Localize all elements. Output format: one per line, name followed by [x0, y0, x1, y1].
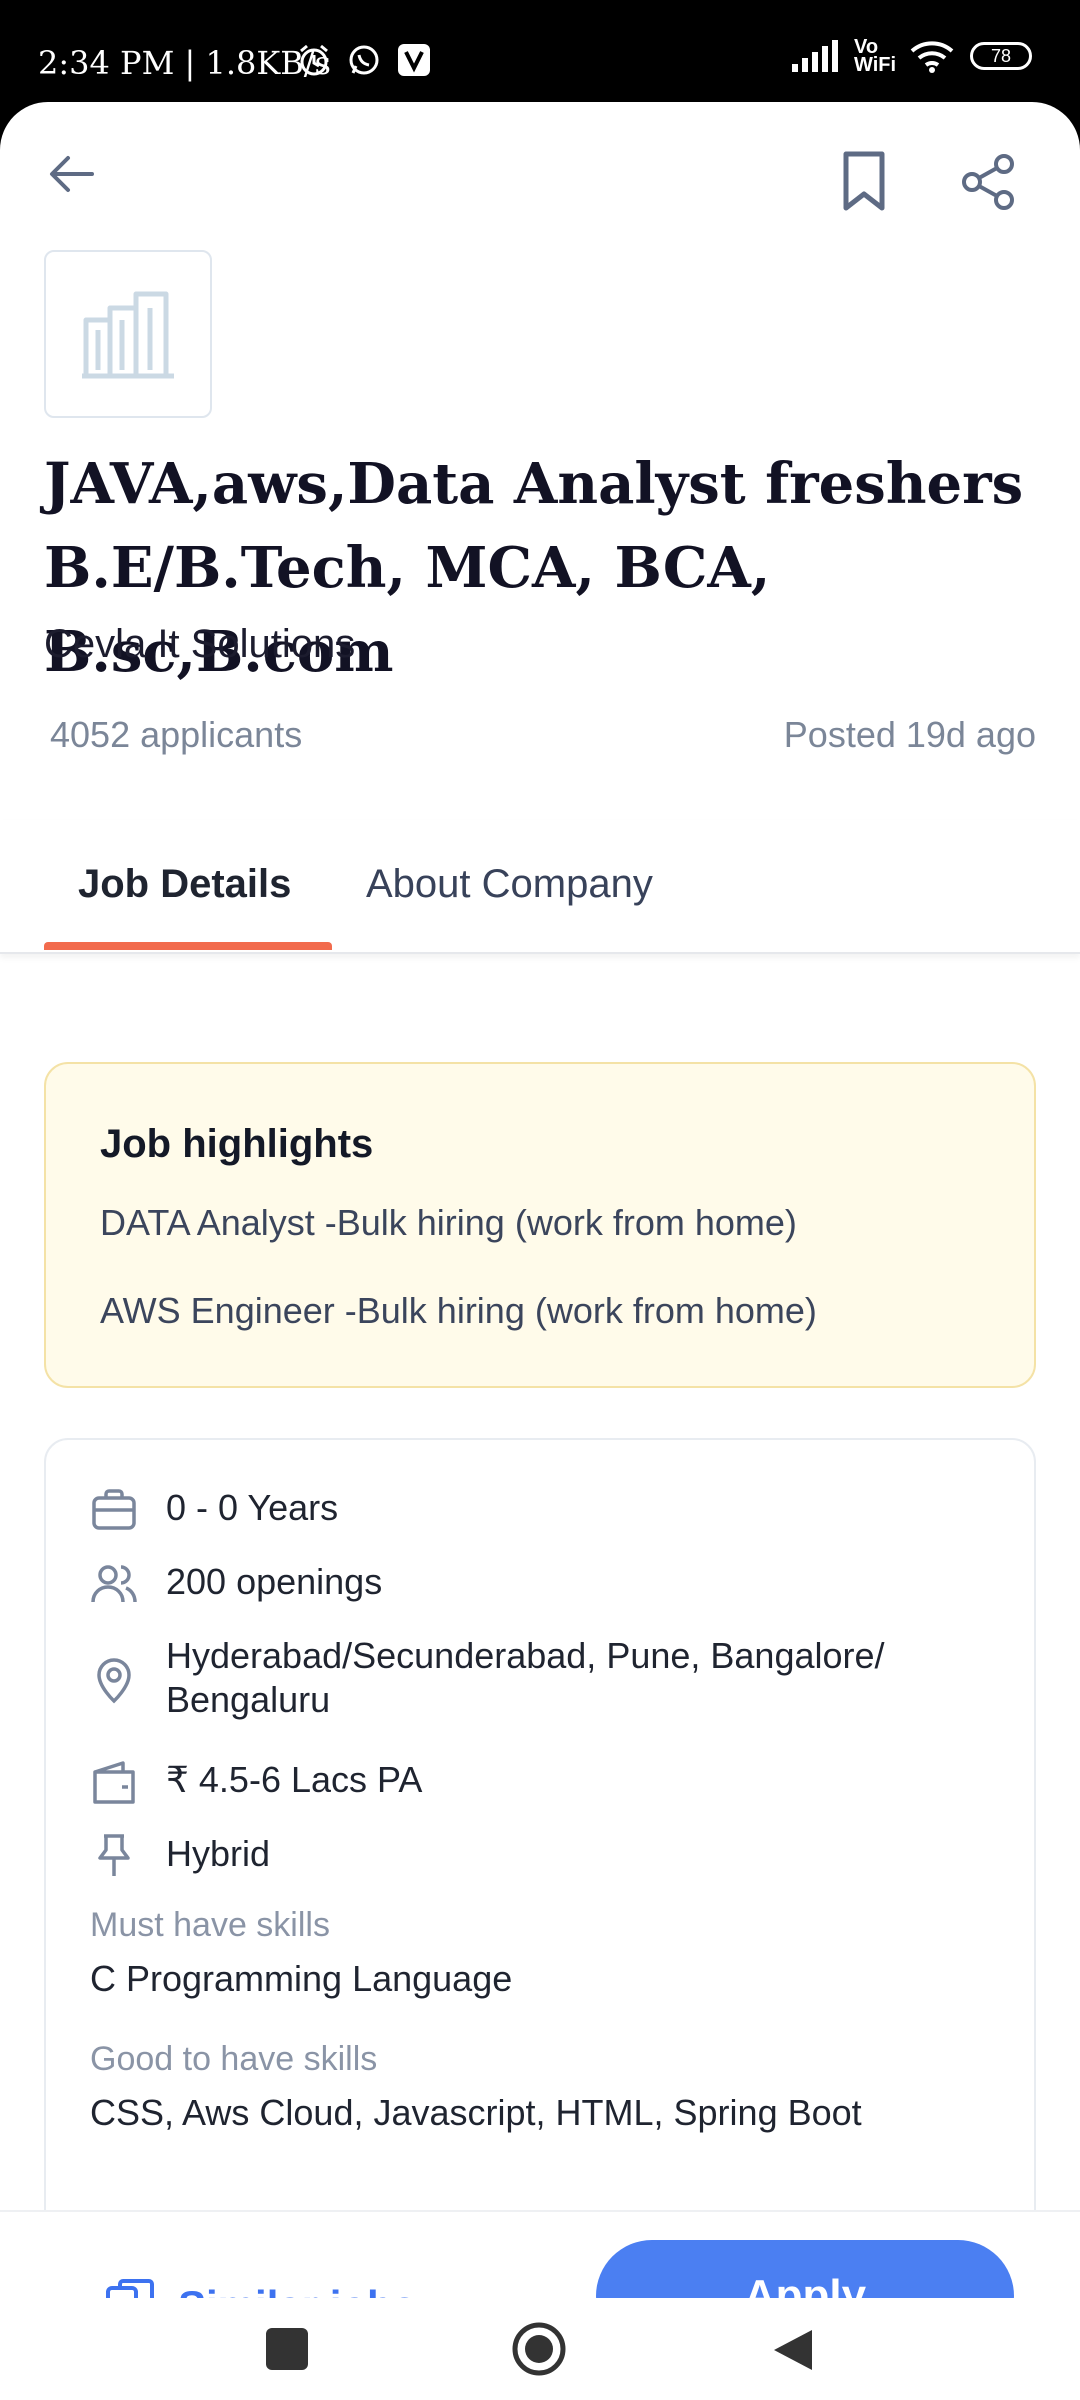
highlight-item: DATA Analyst -Bulk hiring (work from hom…	[100, 1202, 797, 1243]
openings-row: 200 openings	[90, 1560, 382, 1608]
location-text[interactable]: Hyderabad/Secunderabad, Pune, Bangalore/…	[166, 1634, 950, 1722]
posted-date: Posted 19d ago	[783, 714, 1036, 755]
system-navigation-bar	[0, 2298, 1080, 2400]
recents-icon[interactable]	[266, 2328, 308, 2370]
job-details-card: 0 - 0 Years 200 openings Hyderabad/Secun…	[44, 1438, 1036, 2338]
experience-row: 0 - 0 Years	[90, 1486, 338, 1534]
alarm-icon	[300, 44, 328, 76]
applicants-count: 4052 applicants	[50, 714, 303, 755]
share-icon	[962, 154, 1014, 210]
job-detail-sheet: JAVA,aws,Data Analyst freshers B.E/B.Tec…	[0, 102, 1080, 2400]
status-system-icons: Vo WiFi 78	[790, 36, 1032, 76]
good-to-have-skills-label: Good to have skills	[90, 2040, 378, 2078]
tab-bar: Job Details About Company	[0, 820, 1080, 954]
highlight-item: AWS Engineer -Bulk hiring (work from hom…	[100, 1290, 817, 1331]
pushpin-icon	[98, 1834, 130, 1876]
location-row: Hyderabad/Secunderabad, Pune, Bangalore/…	[90, 1634, 950, 1722]
wifi-icon	[910, 41, 954, 73]
battery-level: 78	[990, 45, 1012, 66]
tab-about-company[interactable]: About Company	[366, 862, 653, 907]
job-highlights-title: Job highlights	[100, 1122, 374, 1166]
briefcase-icon	[92, 1489, 136, 1530]
job-highlights-card: Job highlights DATA Analyst -Bulk hiring…	[44, 1062, 1036, 1388]
tab-job-details[interactable]: Job Details	[78, 862, 291, 907]
people-icon	[91, 1565, 137, 1603]
vowifi-label: Vo WiFi	[854, 36, 897, 76]
back-nav-icon[interactable]	[770, 2326, 816, 2374]
must-have-skills-label: Must have skills	[90, 1906, 330, 1944]
signal-icon	[792, 40, 838, 72]
active-tab-indicator	[44, 942, 332, 950]
location-pin-icon	[97, 1658, 131, 1704]
good-to-have-skills-value[interactable]: CSS, Aws Cloud, Javascript, HTML, Spring…	[90, 2092, 862, 2134]
battery-icon: 78	[970, 42, 1032, 70]
back-button[interactable]	[36, 138, 108, 210]
must-have-skills-value[interactable]: C Programming Language	[90, 1958, 512, 2000]
company-name[interactable]: Cevla It Solutions	[44, 622, 355, 667]
status-time: 2:34 PM | 1.8KB/s	[38, 44, 331, 82]
share-button[interactable]	[948, 146, 1028, 218]
app-v-icon	[398, 44, 430, 76]
status-notification-icons	[296, 42, 432, 78]
home-icon[interactable]	[510, 2320, 568, 2378]
building-icon	[82, 291, 174, 379]
status-bar: 2:34 PM | 1.8KB/s Vo WiFi 78	[0, 0, 1080, 102]
company-logo	[44, 250, 212, 418]
work-mode-text: Hybrid	[166, 1833, 271, 1874]
bookmark-button[interactable]	[828, 142, 900, 222]
bookmark-icon	[843, 151, 885, 211]
salary-row: ₹ 4.5-6 Lacs PA	[90, 1758, 422, 1806]
openings-text: 200 openings	[166, 1561, 383, 1602]
wallet-icon	[93, 1761, 135, 1804]
whatsapp-icon	[349, 45, 379, 75]
arrow-left-icon	[50, 156, 94, 192]
work-mode-row: Hybrid	[90, 1832, 270, 1880]
salary-text: ₹ 4.5-6 Lacs PA	[166, 1759, 423, 1800]
experience-text: 0 - 0 Years	[166, 1487, 339, 1528]
